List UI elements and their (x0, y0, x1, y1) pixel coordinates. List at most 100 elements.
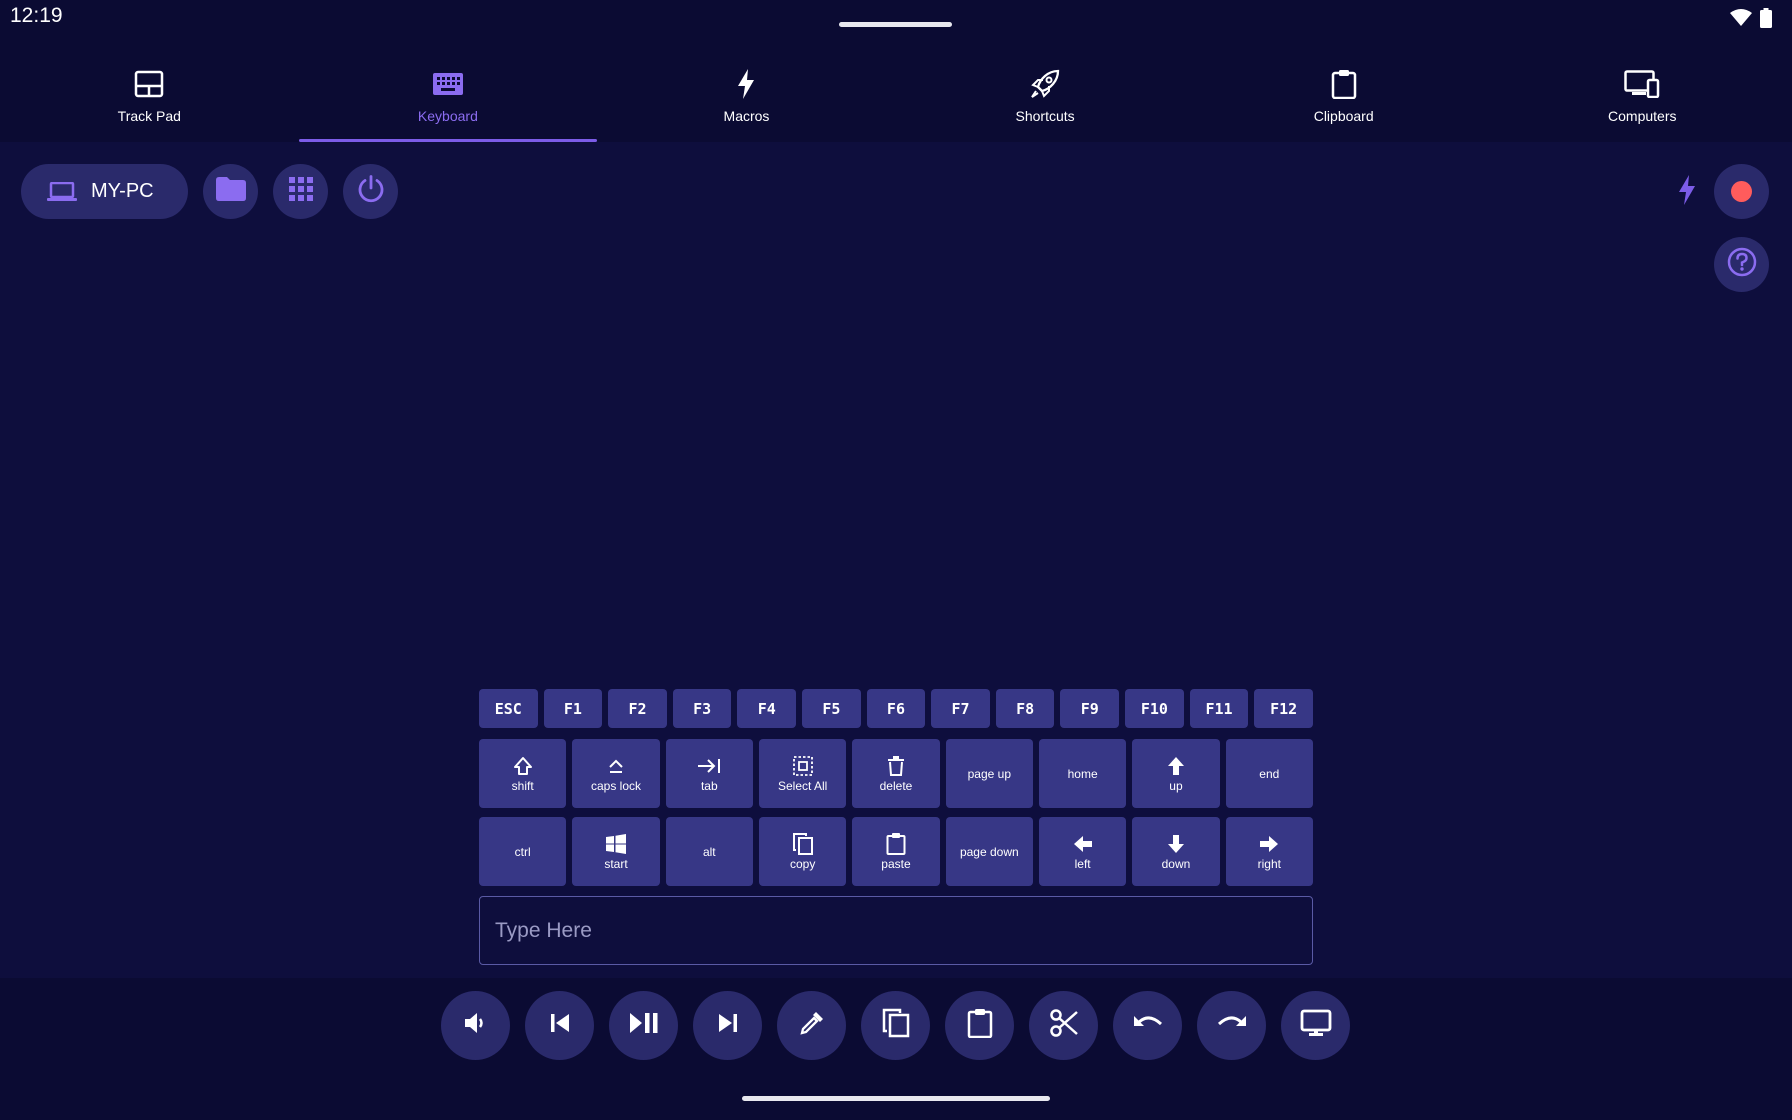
trackpad-icon (134, 68, 164, 100)
key-label: page down (959, 844, 1019, 859)
battery-icon (1760, 8, 1772, 33)
lightning-icon[interactable] (1678, 175, 1696, 210)
key-f4[interactable]: F4 (737, 689, 797, 728)
status-icons (1730, 8, 1772, 33)
type-input[interactable] (480, 897, 1312, 964)
key-f9[interactable]: F9 (1060, 689, 1120, 728)
help-button[interactable] (1714, 237, 1769, 292)
key-right[interactable]: right (1225, 817, 1313, 886)
volume-button[interactable] (441, 991, 510, 1060)
key-label: tab (700, 778, 718, 793)
top-handle (839, 22, 952, 27)
display-button[interactable] (1281, 991, 1350, 1060)
apps-button[interactable] (273, 164, 328, 219)
copy-button[interactable] (861, 991, 930, 1060)
play-pause-button[interactable] (609, 991, 678, 1060)
laptop-icon (47, 181, 77, 202)
next-track-button[interactable] (693, 991, 762, 1060)
key-tab[interactable]: tab (665, 739, 753, 808)
tab-shortcuts[interactable]: Shortcuts (896, 40, 1195, 142)
redo-icon (1216, 1012, 1248, 1039)
play-pause-icon (629, 1011, 659, 1040)
windows-icon (605, 833, 626, 855)
tab-computers[interactable]: Computers (1493, 40, 1792, 142)
caps-lock-icon (607, 755, 625, 777)
key-f2[interactable]: F2 (608, 689, 667, 728)
key-ctrl[interactable]: ctrl (479, 817, 567, 886)
files-button[interactable] (203, 164, 258, 219)
eyedropper-icon (798, 1009, 826, 1042)
tab-clipboard[interactable]: Clipboard (1194, 40, 1493, 142)
key-f3[interactable]: F3 (672, 689, 732, 728)
key-row-1: shift caps lock tab Select All delete pa… (479, 739, 1313, 808)
key-alt[interactable]: alt (665, 817, 753, 886)
key-paste[interactable]: paste (852, 817, 940, 886)
key-end[interactable]: end (1225, 739, 1313, 808)
key-f1[interactable]: F1 (543, 689, 603, 728)
key-label: ctrl (514, 844, 531, 859)
key-page-down[interactable]: page down (945, 817, 1033, 886)
key-start[interactable]: start (572, 817, 660, 886)
status-bar: 12:19 (0, 0, 1792, 40)
help-icon (1727, 247, 1757, 282)
tab-macros[interactable]: Macros (597, 40, 896, 142)
arrow-right-icon (1259, 833, 1279, 855)
tab-label: Shortcuts (1015, 108, 1075, 124)
monitor-icon (1300, 1009, 1332, 1042)
record-button[interactable] (1714, 164, 1769, 219)
tab-label: Computers (1608, 108, 1677, 124)
undo-icon (1132, 1012, 1164, 1039)
key-label: copy (789, 856, 816, 871)
media-controls (441, 991, 1350, 1060)
key-label: caps lock (590, 778, 641, 793)
key-page-up[interactable]: page up (945, 739, 1033, 808)
key-home[interactable]: home (1038, 739, 1127, 808)
key-f11[interactable]: F11 (1189, 689, 1249, 728)
cut-button[interactable] (1029, 991, 1098, 1060)
computer-name: MY-PC (91, 180, 154, 202)
key-caps-lock[interactable]: caps lock (572, 739, 660, 808)
key-select-all[interactable]: Select All (758, 739, 847, 808)
key-f8[interactable]: F8 (995, 689, 1055, 728)
clipboard-icon (1331, 68, 1357, 100)
key-down[interactable]: down (1132, 817, 1220, 886)
key-label: delete (879, 778, 913, 793)
computer-select-button[interactable]: MY-PC (21, 164, 188, 219)
key-f7[interactable]: F7 (931, 689, 990, 728)
home-indicator[interactable] (742, 1096, 1050, 1101)
paste-icon (886, 832, 906, 855)
power-icon (357, 175, 385, 208)
key-row-2: ctrl start alt copy paste page down left… (479, 817, 1313, 886)
undo-button[interactable] (1113, 991, 1182, 1060)
paste-button[interactable] (945, 991, 1014, 1060)
copy-icon (882, 1008, 910, 1043)
paste-icon (967, 1008, 993, 1043)
folder-icon (215, 177, 246, 206)
key-shift[interactable]: shift (479, 739, 567, 808)
key-label: up (1169, 778, 1183, 793)
key-delete[interactable]: delete (852, 739, 940, 808)
key-f12[interactable]: F12 (1254, 689, 1313, 728)
key-label: alt (702, 844, 716, 859)
record-dot-icon (1731, 181, 1752, 202)
type-here-field (479, 896, 1313, 965)
key-left[interactable]: left (1038, 817, 1127, 886)
previous-track-icon (549, 1012, 571, 1039)
key-up[interactable]: up (1132, 739, 1220, 808)
tab-track-pad[interactable]: Track Pad (0, 40, 299, 142)
previous-track-button[interactable] (525, 991, 594, 1060)
key-label: shift (511, 778, 534, 793)
eyedropper-button[interactable] (777, 991, 846, 1060)
tab-keyboard[interactable]: Keyboard (298, 40, 598, 142)
power-button[interactable] (343, 164, 398, 219)
tab-label: Keyboard (417, 108, 478, 124)
copy-icon (792, 832, 813, 855)
redo-button[interactable] (1197, 991, 1266, 1060)
key-esc[interactable]: ESC (479, 689, 538, 728)
key-copy[interactable]: copy (758, 817, 847, 886)
key-f10[interactable]: F10 (1125, 689, 1184, 728)
key-label: Select All (777, 778, 828, 793)
key-f5[interactable]: F5 (802, 689, 861, 728)
rocket-icon (1030, 68, 1060, 100)
key-f6[interactable]: F6 (866, 689, 926, 728)
